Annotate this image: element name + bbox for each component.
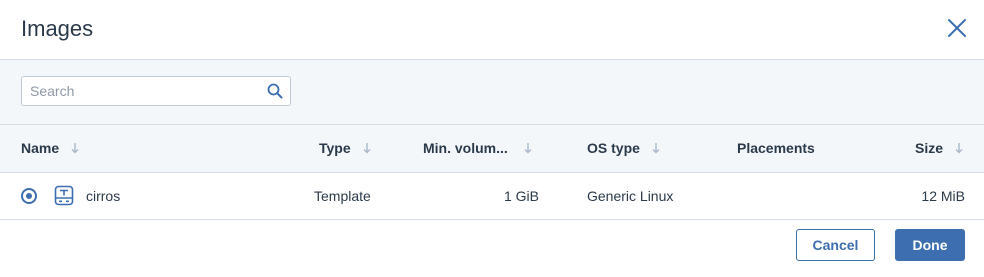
sort-arrow-down-icon [652, 143, 660, 154]
column-header-min-volume[interactable]: Min. volum... [423, 140, 532, 156]
row-size: 12 MiB [921, 188, 965, 204]
sort-arrow-down-icon [363, 143, 371, 154]
search-icon[interactable] [267, 83, 283, 99]
sort-arrow-down-icon [955, 143, 963, 154]
table-row[interactable]: cirros Template 1 GiB Generic Linux 12 M… [0, 173, 984, 220]
table-header: Name Type Min. volum... OS type Placemen… [0, 125, 984, 173]
row-min-volume: 1 GiB [503, 188, 539, 204]
images-dialog: Images Name Type [0, 0, 984, 277]
done-button[interactable]: Done [895, 229, 965, 261]
column-header-label: OS type [587, 140, 640, 156]
row-name: cirros [86, 188, 121, 204]
column-header-label: Name [21, 140, 60, 156]
template-icon [54, 185, 74, 206]
dialog-footer: Cancel Done [0, 219, 984, 277]
column-header-os-type[interactable]: OS type [587, 140, 660, 156]
sort-arrow-down-icon [524, 143, 532, 154]
toolbar [0, 60, 984, 125]
search-input[interactable] [22, 77, 270, 105]
dialog-header: Images [0, 0, 984, 60]
column-header-label: Placements [737, 140, 815, 156]
search-box [21, 76, 291, 106]
close-icon [948, 19, 966, 37]
column-header-placements: Placements [737, 140, 815, 156]
column-header-name[interactable]: Name [21, 140, 79, 156]
row-os-type: Generic Linux [587, 188, 674, 204]
row-select-radio[interactable] [21, 188, 37, 204]
column-header-label: Size [915, 140, 944, 156]
dialog-title: Images [21, 16, 94, 41]
column-header-type[interactable]: Type [319, 140, 371, 156]
column-header-label: Min. volum... [423, 140, 508, 156]
row-type: Template [314, 188, 371, 204]
cancel-button[interactable]: Cancel [796, 229, 875, 261]
column-header-size[interactable]: Size [915, 140, 963, 156]
close-button[interactable] [947, 18, 967, 38]
sort-arrow-down-icon [71, 143, 79, 154]
column-header-label: Type [319, 140, 351, 156]
